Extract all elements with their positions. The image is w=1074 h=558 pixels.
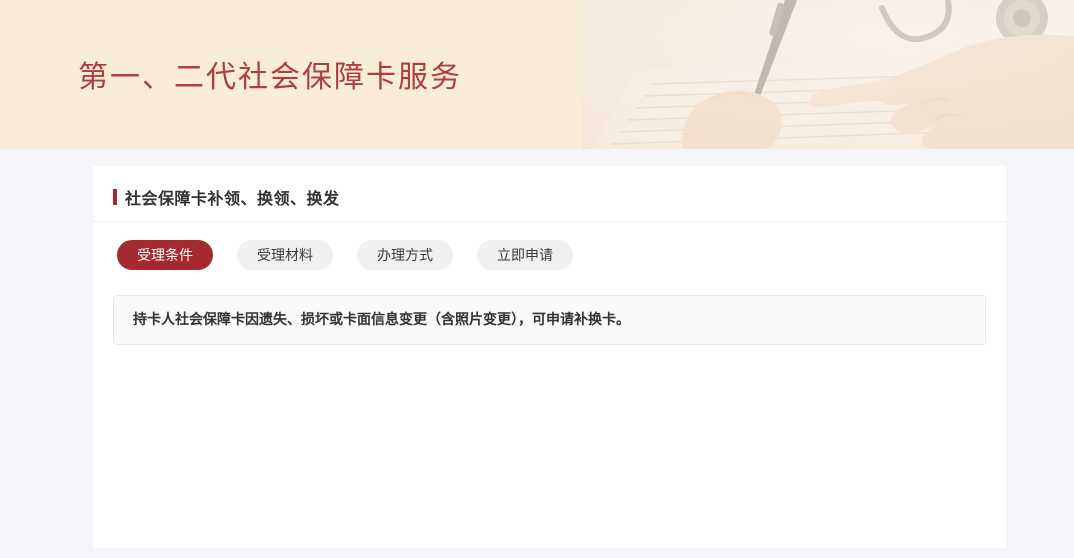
tab-processing-method[interactable]: 办理方式 bbox=[357, 240, 453, 270]
main-content: 社会保障卡补领、换领、换发 受理条件 受理材料 办理方式 立即申请 持卡人社会保… bbox=[0, 149, 1074, 548]
section-header: 社会保障卡补领、换领、换发 bbox=[113, 166, 986, 209]
notice-text: 持卡人社会保障卡因遗失、损坏或卡面信息变更（含照片变更），可申请补换卡。 bbox=[133, 311, 966, 329]
notice-box: 持卡人社会保障卡因遗失、损坏或卡面信息变更（含照片变更），可申请补换卡。 bbox=[113, 295, 986, 345]
doctor-writing-photo-illustration bbox=[582, 0, 1074, 149]
service-card: 社会保障卡补领、换领、换发 受理条件 受理材料 办理方式 立即申请 持卡人社会保… bbox=[93, 166, 1006, 548]
tab-apply-now[interactable]: 立即申请 bbox=[477, 240, 573, 270]
section-title: 社会保障卡补领、换领、换发 bbox=[125, 185, 340, 209]
section-divider bbox=[93, 221, 1006, 222]
page-title: 第一、二代社会保障卡服务 bbox=[78, 52, 462, 96]
hero-banner: 第一、二代社会保障卡服务 bbox=[0, 0, 1074, 149]
red-accent-bar bbox=[113, 189, 117, 205]
page: 第一、二代社会保障卡服务 bbox=[0, 0, 1074, 548]
tab-acceptance-conditions[interactable]: 受理条件 bbox=[117, 240, 213, 270]
tab-required-materials[interactable]: 受理材料 bbox=[237, 240, 333, 270]
doctor-writing-photo bbox=[582, 0, 1074, 149]
tab-bar: 受理条件 受理材料 办理方式 立即申请 bbox=[113, 240, 986, 270]
